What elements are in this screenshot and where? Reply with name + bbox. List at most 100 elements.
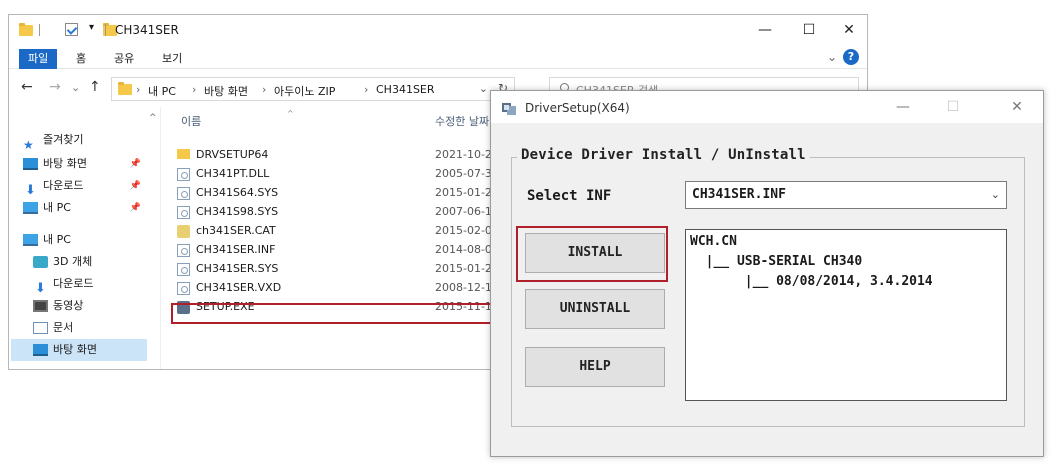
inf-select-value: CH341SER.INF [692, 187, 786, 202]
breadcrumb-separator: › [136, 83, 141, 96]
file-row-ch341ser-cat[interactable]: ch341SER.CAT 2015-02-06 [177, 221, 499, 240]
file-name: ch341SER.CAT [196, 224, 276, 237]
breadcrumb-arduino-zip[interactable]: 아두이노 ZIP [274, 83, 335, 99]
folder-icon [19, 23, 33, 36]
nav-item-videos[interactable]: 동영상 [33, 295, 147, 317]
uninstall-button[interactable]: UNINSTALL [525, 289, 665, 329]
system-file-icon [177, 205, 190, 219]
nav-item-my-pc-pinned[interactable]: 내 PC 📌 [23, 197, 147, 219]
nav-item-downloads[interactable]: ⬇ 다운로드 [33, 273, 147, 296]
breadcrumb-desktop[interactable]: 바탕 화면 [204, 83, 248, 99]
file-row-ch341s64-sys[interactable]: CH341S64.SYS 2015-01-26 [177, 183, 499, 202]
file-row-ch341pt-dll[interactable]: CH341PT.DLL 2005-07-30 [177, 164, 499, 183]
toolbar-divider [105, 24, 106, 36]
file-name: CH341SER.VXD [196, 281, 282, 294]
dialog-maximize-button[interactable]: ☐ [933, 97, 973, 117]
nav-item-label: 문서 [53, 321, 74, 334]
download-arrow-icon: ⬇ [35, 281, 46, 296]
close-button[interactable]: ✕ [827, 19, 871, 41]
tab-view[interactable]: 보기 [153, 49, 191, 69]
pin-icon: 📌 [129, 181, 141, 191]
file-row-drvsetup64[interactable]: DRVSETUP64 2021-10-26 [177, 145, 499, 164]
computer-icon [23, 202, 38, 214]
cube-icon [33, 256, 48, 268]
desktop-icon [23, 158, 38, 170]
dialog-titlebar: DriverSetup(X64) — ☐ ✕ [491, 91, 1043, 123]
file-row-ch341ser-inf[interactable]: CH341SER.INF 2014-08-08 [177, 240, 499, 259]
file-row-ch341s98-sys[interactable]: CH341S98.SYS 2007-06-12 [177, 202, 499, 221]
nav-item-my-pc[interactable]: 내 PC [23, 229, 147, 251]
select-inf-label: Select INF [527, 188, 612, 204]
desktop-icon [33, 344, 48, 356]
install-button[interactable]: INSTALL [525, 233, 665, 273]
pin-icon: 📌 [129, 159, 141, 169]
maximize-button[interactable]: ☐ [787, 19, 831, 41]
nav-item-label: 즐겨찾기 [43, 133, 84, 146]
nav-item-documents[interactable]: 문서 [33, 317, 147, 339]
file-name: CH341S98.SYS [196, 205, 279, 218]
groupbox-label: Device Driver Install / UnInstall [517, 147, 810, 163]
column-header-date[interactable]: 수정한 날짜 [435, 113, 489, 129]
document-icon [33, 322, 48, 334]
properties-check-icon[interactable] [64, 23, 78, 36]
help-button[interactable]: HELP [525, 347, 665, 387]
breadcrumb-ch341ser[interactable]: CH341SER [376, 83, 435, 96]
system-file-icon [177, 186, 190, 200]
forward-arrow-icon[interactable]: → [49, 79, 61, 95]
nav-item-label: 다운로드 [53, 277, 94, 290]
breadcrumb-my-pc[interactable]: 내 PC [148, 83, 176, 99]
file-name: CH341PT.DLL [196, 167, 270, 180]
file-name: CH341SER.INF [196, 243, 276, 256]
help-icon[interactable]: ? [843, 49, 859, 65]
nav-item-3d-objects[interactable]: 3D 개체 [33, 251, 147, 273]
back-arrow-icon[interactable]: ← [21, 79, 33, 95]
driver-info-box: WCH.CN |__ USB-SERIAL CH340 |__ 08/08/20… [685, 229, 1007, 401]
file-row-ch341ser-sys[interactable]: CH341SER.SYS 2015-01-26 [177, 259, 499, 278]
computer-icon [23, 234, 38, 246]
folder-icon [118, 82, 132, 95]
setup-exe-highlight-box [171, 303, 503, 324]
inf-select[interactable]: CH341SER.INF ⌄ [685, 181, 1007, 209]
nav-item-label: 다운로드 [43, 179, 84, 192]
address-dropdown-icon[interactable]: ⌄ [479, 82, 488, 95]
recent-locations-chevron-icon[interactable]: ⌄ [71, 81, 80, 94]
info-line-version: |__ 08/08/2014, 3.4.2014 [690, 274, 933, 289]
tab-share[interactable]: 공유 [105, 49, 143, 69]
minimize-button[interactable]: — [743, 19, 787, 41]
breadcrumb-separator: › [192, 83, 197, 96]
nav-item-downloads-pinned[interactable]: ⬇ 다운로드 📌 [23, 175, 147, 198]
dialog-close-button[interactable]: ✕ [997, 97, 1037, 117]
nav-item-label: 바탕 화면 [53, 343, 97, 356]
dialog-title: DriverSetup(X64) [525, 101, 630, 115]
file-row-ch341ser-vxd[interactable]: CH341SER.VXD 2008-12-18 [177, 278, 499, 297]
tab-home[interactable]: 홈 [67, 49, 95, 69]
pin-icon: 📌 [129, 203, 141, 213]
breadcrumb-separator: › [262, 83, 267, 96]
nav-item-favorites[interactable]: ★ 즐겨찾기 [23, 129, 147, 152]
folder-icon [177, 149, 190, 159]
scroll-up-icon[interactable]: ^ [149, 113, 157, 123]
nav-item-desktop-selected[interactable]: 바탕 화면 [11, 339, 147, 361]
column-header-name[interactable]: 이름 [181, 113, 201, 129]
nav-item-label: 내 PC [43, 233, 71, 246]
star-icon: ★ [23, 138, 34, 152]
toolbar-divider [39, 24, 40, 36]
address-bar[interactable]: › 내 PC › 바탕 화면 › 아두이노 ZIP › CH341SER ⌄ ↻ [111, 77, 515, 101]
explorer-titlebar: ▾ CH341SER — ☐ ✕ [9, 15, 867, 45]
dialog-minimize-button[interactable]: — [883, 97, 923, 117]
navigation-pane: ^ ★ 즐겨찾기 바탕 화면 📌 ⬇ 다운로드 📌 내 PC 📌 내 PC 3D 개체 ⬇… [9, 107, 161, 369]
chevron-down-icon: ⌄ [990, 188, 1000, 201]
tab-file[interactable]: 파일 [19, 49, 58, 69]
file-list: ^ 이름 수정한 날짜 DRVSETUP64 2021-10-26 CH341PT… [169, 107, 509, 369]
system-file-icon [177, 262, 190, 276]
nav-item-desktop-pinned[interactable]: 바탕 화면 📌 [23, 153, 147, 175]
catalog-file-icon [177, 224, 190, 238]
quick-access-dropdown-icon[interactable]: ▾ [89, 22, 94, 36]
info-line-device: |__ USB-SERIAL CH340 [690, 254, 863, 269]
nav-item-label: 동영상 [53, 299, 84, 312]
up-arrow-icon[interactable]: ↑ [89, 79, 101, 95]
info-line-vendor: WCH.CN [690, 234, 737, 249]
file-name: CH341S64.SYS [196, 186, 279, 199]
download-arrow-icon: ⬇ [25, 183, 36, 198]
expand-ribbon-chevron-icon[interactable]: ⌄ [827, 50, 837, 64]
